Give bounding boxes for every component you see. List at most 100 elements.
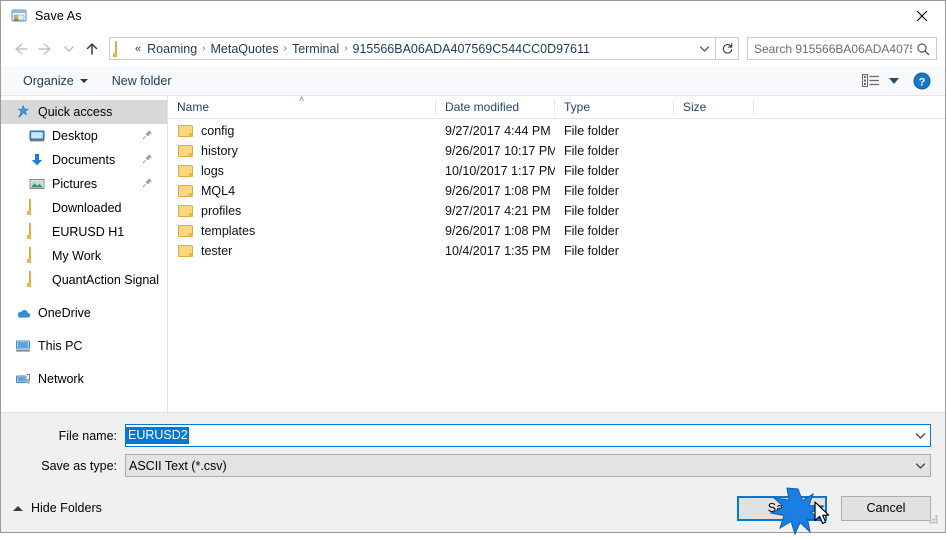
save-form: File name: EURUSD2 Save as type: ASCII T… <box>1 413 945 484</box>
file-date-cell: 10/10/2017 1:17 PM <box>445 164 555 178</box>
folder-icon <box>178 185 193 197</box>
file-name-chevron-down-icon[interactable] <box>910 425 930 446</box>
breadcrumb-item-current[interactable]: 915566BA06ADA407569C544CC0D97611 <box>350 41 593 57</box>
file-type-cell: File folder <box>564 244 619 258</box>
hide-folders-button[interactable]: Hide Folders <box>13 501 102 515</box>
breadcrumb-item-metaquotes[interactable]: MetaQuotes <box>208 41 282 57</box>
breadcrumb-item-terminal[interactable]: Terminal <box>289 41 342 57</box>
sidebar-item-my-work[interactable]: My Work <box>1 244 167 268</box>
sidebar-item-pictures[interactable]: Pictures <box>1 172 167 196</box>
table-row[interactable]: profiles 9/27/2017 4:21 PM File folder <box>168 201 945 221</box>
table-row[interactable]: history 9/26/2017 10:17 PM File folder <box>168 141 945 161</box>
file-list-rows: config 9/27/2017 4:44 PM File folder his… <box>168 119 945 261</box>
network-icon <box>15 371 31 387</box>
breadcrumb-separator[interactable]: › <box>200 43 207 54</box>
search-input[interactable] <box>748 39 916 58</box>
file-name-label: File name: <box>58 428 117 443</box>
folder-icon <box>29 271 45 288</box>
column-header-date-modified[interactable]: Date modified <box>436 99 555 115</box>
sidebar-item-quantaction-signal[interactable]: QuantAction Signal <box>1 268 167 292</box>
onedrive-icon <box>15 305 31 321</box>
file-date-cell: 9/26/2017 1:08 PM <box>445 184 551 198</box>
table-row[interactable]: tester 10/4/2017 1:35 PM File folder <box>168 241 945 261</box>
chevron-up-icon <box>13 505 23 511</box>
file-name-label: history <box>201 144 238 158</box>
sidebar-divider <box>1 325 167 334</box>
save-as-type-select[interactable]: ASCII Text (*.csv) <box>125 454 931 477</box>
breadcrumb-chevron-down-icon[interactable] <box>693 38 715 59</box>
sidebar-item-onedrive[interactable]: OneDrive <box>1 301 167 325</box>
star-pin-icon <box>15 104 31 120</box>
sidebar-item-desktop[interactable]: Desktop <box>1 124 167 148</box>
column-header-type[interactable]: Type <box>555 99 674 115</box>
file-type-cell: File folder <box>564 144 619 158</box>
sidebar-item-quick-access[interactable]: Quick access <box>1 100 167 124</box>
pin-icon[interactable] <box>142 177 153 191</box>
save-button[interactable]: Save <box>737 495 827 521</box>
file-name-cell: logs <box>168 164 436 178</box>
recent-locations-chevron-down-icon[interactable] <box>59 36 79 62</box>
file-name-label: templates <box>201 224 256 238</box>
organize-label: Organize <box>23 73 74 88</box>
breadcrumb-separator[interactable]: › <box>342 43 349 54</box>
pin-icon[interactable] <box>142 153 153 167</box>
sidebar-item-network[interactable]: Network <box>1 367 167 391</box>
hide-folders-label: Hide Folders <box>31 501 102 515</box>
table-row[interactable]: logs 10/10/2017 1:17 PM File folder <box>168 161 945 181</box>
folder-icon <box>115 41 130 57</box>
breadcrumb-separator[interactable]: › <box>282 43 289 54</box>
refresh-icon[interactable] <box>716 37 739 60</box>
title-bar: Save As <box>1 1 945 31</box>
table-row[interactable]: templates 9/26/2017 1:08 PM File folder <box>168 221 945 241</box>
sidebar-item-documents[interactable]: Documents <box>1 148 167 172</box>
save-as-dialog: Save As « Roaming › MetaQuotes › Termina… <box>0 0 946 536</box>
save-as-type-chevron-down-icon[interactable] <box>910 455 930 476</box>
breadcrumb[interactable]: « Roaming › MetaQuotes › Terminal › 9155… <box>109 37 716 60</box>
resize-grip-icon[interactable] <box>928 513 940 528</box>
help-question-icon[interactable]: ? <box>913 72 931 90</box>
column-header-size[interactable]: Size <box>674 99 754 115</box>
sidebar-item-label: QuantAction Signal <box>52 273 160 287</box>
svg-text:?: ? <box>919 76 926 88</box>
file-name-label: profiles <box>201 204 242 218</box>
organize-button[interactable]: Organize <box>17 71 94 91</box>
table-row[interactable]: config 9/27/2017 4:44 PM File folder <box>168 121 945 141</box>
up-arrow-icon[interactable] <box>79 36 105 62</box>
footer-buttons: Save Cancel <box>737 495 931 521</box>
save-as-type-value: ASCII Text (*.csv) <box>129 458 227 473</box>
forward-arrow-icon[interactable] <box>33 36 59 62</box>
file-name-input[interactable]: EURUSD2 <box>125 424 931 447</box>
folder-icon <box>178 225 193 237</box>
file-list-header: ˄ Name Date modified Type Size <box>168 95 945 119</box>
file-type-cell: File folder <box>564 164 619 178</box>
view-layout-icon[interactable] <box>862 73 880 89</box>
pin-icon[interactable] <box>142 129 153 143</box>
new-folder-button[interactable]: New folder <box>106 71 178 91</box>
sidebar-item-label: OneDrive <box>38 306 91 320</box>
file-type-cell: File folder <box>564 124 619 138</box>
file-date-cell: 9/27/2017 4:44 PM <box>445 124 551 138</box>
save-as-icon <box>11 8 27 24</box>
sidebar-item-eurusd-h1[interactable]: EURUSD H1 <box>1 220 167 244</box>
breadcrumb-item-roaming[interactable]: Roaming <box>144 41 200 57</box>
navigation-pane: Quick access Desktop Documents Pictures … <box>1 96 168 412</box>
file-name-cell: config <box>168 124 436 138</box>
breadcrumb-overflow[interactable]: « <box>135 43 141 55</box>
command-toolbar: Organize New folder ? <box>1 66 945 96</box>
file-name-cell: profiles <box>168 204 436 218</box>
table-row[interactable]: MQL4 9/26/2017 1:08 PM File folder <box>168 181 945 201</box>
toolbar-right-group: ? <box>862 72 935 90</box>
file-type-cell: File folder <box>564 224 619 238</box>
file-type-cell: File folder <box>564 184 619 198</box>
cancel-button[interactable]: Cancel <box>841 495 931 521</box>
file-name-cell: tester <box>168 244 436 258</box>
search-box[interactable] <box>747 37 937 60</box>
close-button[interactable] <box>899 1 945 31</box>
view-chevron-down-icon[interactable] <box>889 77 899 84</box>
back-arrow-icon[interactable] <box>7 36 33 62</box>
file-date-cell: 9/26/2017 10:17 PM <box>445 144 555 158</box>
file-list-pane: ˄ Name Date modified Type Size config 9/… <box>168 95 945 412</box>
sidebar-item-this-pc[interactable]: This PC <box>1 334 167 358</box>
sidebar-item-downloaded[interactable]: Downloaded <box>1 196 167 220</box>
file-date-cell: 10/4/2017 1:35 PM <box>445 244 551 258</box>
